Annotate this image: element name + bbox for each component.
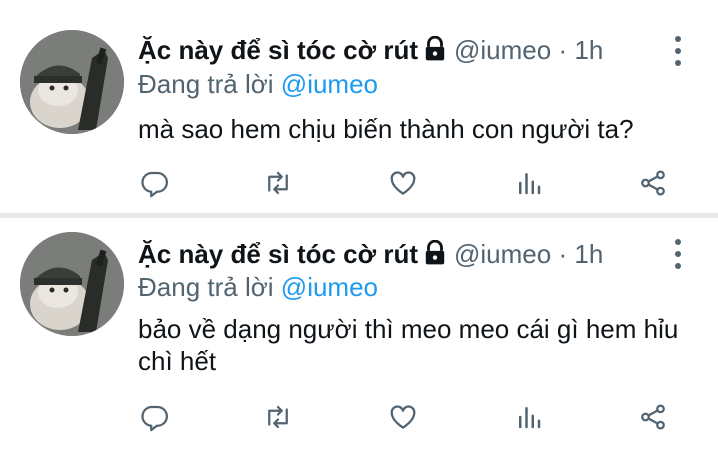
- reply-context: Đang trả lời @iumeo: [138, 67, 378, 101]
- more-icon[interactable]: [666, 239, 690, 269]
- avatar-image: [20, 232, 124, 336]
- retweet-icon: [268, 405, 288, 429]
- avatar-image: [20, 30, 124, 134]
- retweet-icon: [268, 171, 288, 195]
- retweet-button[interactable]: [261, 166, 295, 200]
- reply-mention-link[interactable]: @iumeo: [281, 69, 378, 99]
- analytics-button[interactable]: [512, 166, 546, 200]
- lock-icon: [422, 239, 448, 266]
- tweet[interactable]: Ặc này để sì tóc cờ rút @iumeo · 1h Đang …: [0, 218, 718, 455]
- tweet-text: bảo về dạng người thì meo meo cái gì hem…: [138, 314, 679, 376]
- separator-dot: ·: [558, 239, 568, 269]
- handle[interactable]: @iumeo: [454, 35, 551, 65]
- separator-dot: ·: [558, 35, 568, 65]
- avatar[interactable]: [20, 30, 124, 134]
- retweet-button[interactable]: [261, 400, 295, 434]
- analytics-icon: [519, 173, 541, 195]
- share-button[interactable]: [636, 400, 670, 434]
- share-icon: [641, 170, 665, 196]
- analytics-icon: [519, 407, 541, 429]
- tweet-feed: Ặc này để sì tóc cờ rút @iumeo · 1h Đang …: [0, 0, 718, 455]
- share-button[interactable]: [636, 166, 670, 200]
- action-bar: [0, 166, 718, 200]
- reply-mention-link[interactable]: @iumeo: [281, 272, 378, 302]
- reply-icon: [141, 171, 168, 198]
- reply-icon: [141, 405, 168, 432]
- tweet-header: Ặc này để sì tóc cờ rút @iumeo · 1h: [138, 33, 603, 67]
- reply-prefix: Đang trả lời: [138, 69, 274, 99]
- timestamp[interactable]: 1h: [574, 35, 603, 65]
- lock-icon: [422, 35, 448, 62]
- handle[interactable]: @iumeo: [454, 239, 551, 269]
- like-icon: [390, 405, 416, 429]
- display-name[interactable]: Ặc này để sì tóc cờ rút: [138, 35, 418, 65]
- timestamp[interactable]: 1h: [574, 239, 603, 269]
- more-icon[interactable]: [666, 36, 690, 66]
- tweet-header: Ặc này để sì tóc cờ rút @iumeo · 1h: [138, 237, 603, 271]
- action-bar: [0, 400, 718, 434]
- like-icon: [390, 171, 416, 195]
- reply-button[interactable]: [138, 400, 172, 434]
- like-button[interactable]: [386, 400, 420, 434]
- like-button[interactable]: [386, 166, 420, 200]
- tweet-text: mà sao hem chịu biến thành con người ta?: [138, 114, 634, 144]
- reply-button[interactable]: [138, 166, 172, 200]
- share-icon: [641, 404, 665, 430]
- analytics-button[interactable]: [512, 400, 546, 434]
- avatar[interactable]: [20, 232, 124, 336]
- reply-prefix: Đang trả lời: [138, 272, 274, 302]
- display-name[interactable]: Ặc này để sì tóc cờ rút: [138, 239, 418, 269]
- reply-context: Đang trả lời @iumeo: [138, 270, 378, 304]
- tweet[interactable]: Ặc này để sì tóc cờ rút @iumeo · 1h Đang …: [0, 0, 718, 213]
